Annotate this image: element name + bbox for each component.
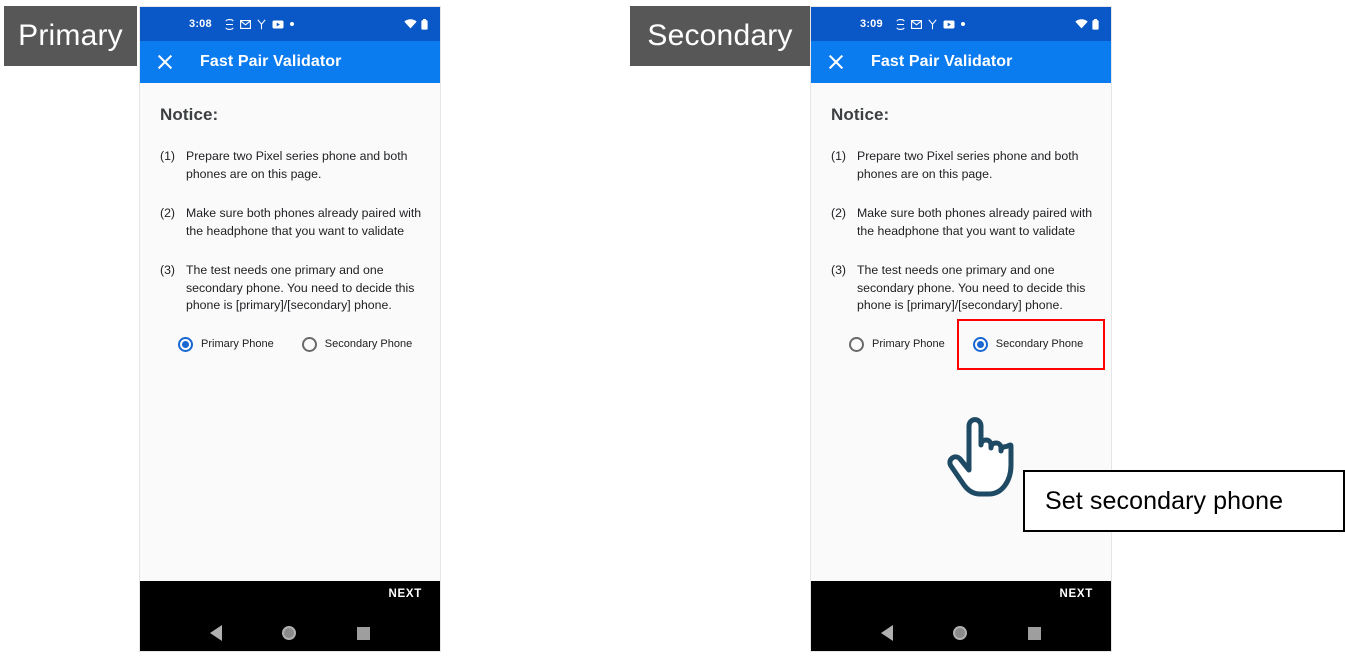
bottom-bar: NEXT — [140, 581, 440, 651]
callout-annotation-text: Set secondary phone — [1045, 486, 1284, 515]
status-bar-left-icons: 3:08 — [189, 18, 404, 30]
radio-button-icon[interactable] — [178, 336, 193, 352]
status-bar-clock: 3:09 — [860, 18, 883, 30]
primary-role-badge: Primary — [4, 6, 137, 66]
radio-option-secondary-phone[interactable]: Secondary Phone — [301, 336, 413, 352]
app-bar-title: Fast Pair Validator — [871, 53, 1013, 70]
notice-item-text: Prepare two Pixel series phone and both … — [186, 149, 408, 181]
status-bar-left-icons: 3:09 — [860, 18, 1075, 30]
notice-item-number: (3) — [831, 263, 847, 277]
close-icon[interactable] — [825, 51, 847, 73]
radio-option-label: Primary Phone — [201, 338, 274, 350]
app-bar: Fast Pair Validator — [811, 41, 1111, 83]
youtube-icon — [272, 20, 284, 29]
phone-role-radio-group: Primary Phone Secondary Phone — [827, 318, 1105, 370]
radio-option-primary-phone[interactable]: Primary Phone — [849, 336, 945, 352]
notice-item-number: (2) — [160, 206, 176, 220]
back-icon[interactable] — [881, 625, 894, 641]
secondary-role-badge-label: Secondary — [647, 19, 793, 52]
recents-icon[interactable] — [356, 626, 370, 640]
radio-button-icon[interactable] — [849, 336, 864, 352]
notice-item-number: (1) — [160, 149, 176, 163]
system-navigation-bar — [811, 625, 1111, 641]
wifi-icon — [1075, 19, 1088, 29]
gmail-icon — [910, 19, 922, 29]
radio-button-icon[interactable] — [972, 336, 988, 352]
next-button[interactable]: NEXT — [389, 588, 422, 600]
notice-heading: Notice: — [160, 105, 219, 124]
notice-item-number: (3) — [160, 263, 176, 277]
recents-icon[interactable] — [1027, 626, 1041, 640]
status-bar: 3:09 — [811, 7, 1111, 41]
notice-item-text: The test needs one primary and one secon… — [186, 263, 415, 312]
notice-item-text: The test needs one primary and one secon… — [857, 263, 1086, 312]
notice-item: (1) Prepare two Pixel series phone and b… — [156, 148, 424, 183]
screen-content: Notice: (1) Prepare two Pixel series pho… — [140, 105, 440, 651]
radio-option-label: Primary Phone — [872, 338, 945, 350]
notice-item: (1) Prepare two Pixel series phone and b… — [827, 148, 1095, 183]
bottom-bar: NEXT — [811, 581, 1111, 651]
screen-content: Notice: (1) Prepare two Pixel series pho… — [811, 105, 1111, 651]
notice-item-text: Make sure both phones already paired wit… — [857, 206, 1093, 238]
app-bar: Fast Pair Validator — [140, 41, 440, 83]
dot-icon — [960, 22, 965, 26]
radio-option-primary-phone[interactable]: Primary Phone — [178, 336, 274, 352]
notice-item-number: (2) — [831, 206, 847, 220]
notice-item: (3) The test needs one primary and one s… — [827, 262, 1095, 315]
status-bar-right-icons — [1075, 18, 1099, 30]
notice-item: (2) Make sure both phones already paired… — [827, 205, 1095, 240]
phone-screenshot-primary: 3:08 Fast Pair Validator Notice: (1) Pre… — [139, 6, 441, 652]
notice-item-number: (1) — [831, 149, 847, 163]
gmail-icon — [239, 19, 251, 29]
navigation-icon — [928, 18, 937, 30]
status-bar: 3:08 — [140, 7, 440, 41]
status-bar-clock: 3:08 — [189, 18, 212, 30]
radio-option-label: Secondary Phone — [995, 338, 1084, 350]
radio-option-secondary-phone[interactable]: Secondary Phone — [972, 336, 1084, 352]
notice-item: (3) The test needs one primary and one s… — [156, 262, 424, 315]
secondary-role-badge: Secondary — [630, 6, 810, 66]
phone-role-radio-group: Primary Phone Secondary Phone — [156, 336, 424, 352]
notice-item: (2) Make sure both phones already paired… — [156, 205, 424, 240]
next-button[interactable]: NEXT — [1060, 588, 1093, 600]
wifi-icon — [404, 19, 417, 29]
signal-icon — [225, 18, 234, 30]
close-icon[interactable] — [154, 51, 176, 73]
system-navigation-bar — [140, 625, 440, 641]
status-bar-right-icons — [404, 18, 428, 30]
radio-option-label: Secondary Phone — [324, 338, 413, 350]
dot-icon — [289, 22, 294, 26]
signal-icon — [896, 18, 905, 30]
back-icon[interactable] — [210, 625, 223, 641]
home-icon[interactable] — [282, 626, 297, 640]
youtube-icon — [943, 20, 955, 29]
callout-annotation: Set secondary phone — [1023, 470, 1345, 532]
radio-button-icon[interactable] — [301, 336, 317, 352]
battery-icon — [1092, 18, 1099, 30]
navigation-icon — [257, 18, 266, 30]
notice-item-text: Make sure both phones already paired wit… — [186, 206, 422, 238]
notice-list: (1) Prepare two Pixel series phone and b… — [827, 148, 1095, 315]
notice-heading: Notice: — [831, 105, 890, 124]
phone-screenshot-secondary: 3:09 Fast Pair Validator Notice: (1) Pre… — [810, 6, 1112, 652]
primary-role-badge-label: Primary — [18, 19, 123, 52]
home-icon[interactable] — [953, 626, 968, 640]
notice-item-text: Prepare two Pixel series phone and both … — [857, 149, 1079, 181]
notice-list: (1) Prepare two Pixel series phone and b… — [156, 148, 424, 315]
app-bar-title: Fast Pair Validator — [200, 53, 342, 70]
battery-icon — [421, 18, 428, 30]
